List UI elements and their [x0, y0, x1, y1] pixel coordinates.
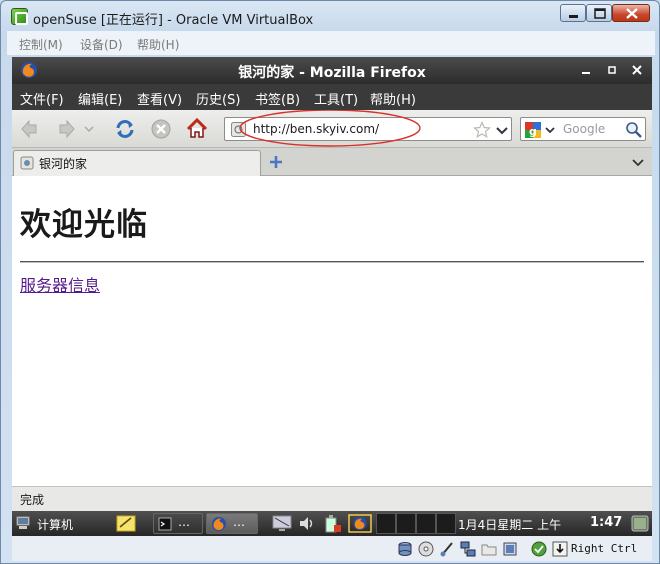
close-icon: [626, 8, 638, 19]
menu-edit[interactable]: 编辑(E): [78, 89, 122, 108]
back-button[interactable]: [18, 116, 44, 142]
firefox-panel-icon[interactable]: [348, 514, 372, 533]
svg-text:g: g: [529, 125, 537, 138]
shared-folder-icon[interactable]: [481, 541, 497, 557]
navigation-toolbar: http://ben.skyiv.com/ g Google: [12, 110, 652, 148]
notes-icon[interactable]: [116, 514, 136, 533]
menu-help[interactable]: 帮助(H): [137, 36, 179, 53]
virtualization-icon[interactable]: [531, 541, 547, 557]
firefox-statusbar: 完成: [12, 486, 652, 511]
ff-minimize-icon: [582, 72, 590, 74]
workspace-switcher[interactable]: [376, 513, 456, 534]
reload-icon: [116, 120, 134, 138]
history-dropdown-button[interactable]: [82, 116, 96, 142]
computer-icon[interactable]: [15, 515, 31, 531]
site-identity-icon: [231, 122, 246, 137]
minimize-icon: [569, 15, 578, 18]
home-icon: [186, 117, 208, 138]
menu-help-ff[interactable]: 帮助(H): [370, 89, 416, 108]
tab-active[interactable]: 银河的家: [13, 150, 261, 176]
virtualbox-window: openSuse [正在运行] - Oracle VM VirtualBox 控…: [0, 0, 660, 564]
clock-date[interactable]: 1月4日星期二 上午: [458, 516, 561, 533]
menu-devices[interactable]: 设备(D): [80, 36, 123, 53]
show-desktop-icon[interactable]: [631, 515, 649, 532]
terminal-icon: [158, 517, 172, 531]
virtualbox-menubar: 控制(M) 设备(D) 帮助(H): [7, 31, 655, 55]
ff-close-icon: [632, 65, 642, 75]
taskbar-terminal[interactable]: …: [153, 513, 203, 534]
chevron-down-icon: [84, 126, 94, 133]
usb-icon[interactable]: [439, 541, 455, 557]
tab-strip: 银河的家: [12, 148, 652, 176]
clock-time[interactable]: 1:47: [590, 515, 622, 530]
firefox-titlebar: 银河的家 - Mozilla Firefox: [12, 57, 652, 84]
menu-file[interactable]: 文件(F): [20, 89, 64, 108]
menu-view[interactable]: 查看(V): [137, 89, 182, 108]
host-key-label: Right Ctrl: [571, 542, 638, 555]
guest-screen: 银河的家 - Mozilla Firefox 文件(F) 编辑(E) 查看(V)…: [12, 57, 652, 561]
battery-icon[interactable]: [322, 514, 342, 533]
tab-list-chevron-down-icon[interactable]: [630, 154, 646, 170]
forward-button[interactable]: [52, 116, 78, 142]
stop-button[interactable]: [148, 116, 174, 142]
new-tab-plus-icon[interactable]: [268, 154, 284, 170]
bookmark-star-icon[interactable]: [473, 121, 491, 138]
ff-maximize-icon: [608, 66, 616, 74]
menu-history[interactable]: 历史(S): [196, 89, 240, 108]
menu-control[interactable]: 控制(M): [19, 36, 63, 53]
network-icon[interactable]: [460, 541, 476, 557]
minimize-button[interactable]: [560, 4, 586, 22]
gnome-taskbar: 计算机 … … 1月4日星期二 上午 1:47: [12, 511, 652, 536]
firefox-window-title: 银河的家 - Mozilla Firefox: [238, 65, 426, 81]
taskbar-firefox-label: …: [233, 515, 245, 529]
url-text[interactable]: http://ben.skyiv.com/: [253, 122, 379, 136]
url-dropdown-icon[interactable]: [495, 122, 509, 138]
search-icon[interactable]: [625, 121, 643, 139]
ff-maximize-button[interactable]: [604, 62, 620, 78]
harddisk-icon[interactable]: [397, 541, 413, 557]
reload-button[interactable]: [112, 116, 138, 142]
search-bar[interactable]: g Google: [520, 117, 646, 141]
host-key-icon[interactable]: [552, 541, 568, 557]
volume-icon[interactable]: [298, 515, 316, 532]
url-bar[interactable]: http://ben.skyiv.com/: [224, 117, 512, 141]
optical-drive-icon[interactable]: [418, 541, 434, 557]
taskbar-firefox-icon: [211, 516, 227, 532]
search-input[interactable]: Google: [563, 122, 605, 136]
close-button[interactable]: [612, 4, 650, 22]
page-heading: 欢迎光临: [20, 207, 148, 243]
page-content: 欢迎光临 服务器信息: [12, 176, 652, 486]
menu-bookmarks[interactable]: 书签(B): [255, 89, 300, 108]
server-info-link[interactable]: 服务器信息: [20, 272, 100, 296]
horizontal-rule: [20, 261, 644, 263]
maximize-button[interactable]: [586, 4, 612, 22]
google-engine-icon[interactable]: g: [524, 121, 560, 139]
firefox-menubar: 文件(F) 编辑(E) 查看(V) 历史(S) 书签(B) 工具(T) 帮助(H…: [12, 84, 652, 110]
virtualbox-window-title: openSuse [正在运行] - Oracle VM VirtualBox: [33, 13, 314, 28]
back-arrow-icon: [21, 119, 37, 139]
taskbar-firefox[interactable]: …: [206, 513, 258, 534]
computer-menu-label[interactable]: 计算机: [37, 516, 73, 533]
menu-tools[interactable]: 工具(T): [314, 89, 358, 108]
virtualbox-app-icon: [11, 8, 28, 25]
maximize-icon: [594, 8, 606, 19]
home-button[interactable]: [184, 116, 210, 142]
status-text: 完成: [20, 493, 45, 507]
monitor-icon[interactable]: [272, 514, 292, 533]
tab-favicon-icon: [20, 156, 34, 170]
ff-minimize-button[interactable]: [578, 62, 594, 78]
forward-arrow-icon: [59, 119, 75, 139]
video-capture-icon[interactable]: [502, 541, 518, 557]
tab-title: 银河的家: [39, 157, 88, 171]
virtualbox-statusbar: Right Ctrl: [12, 536, 652, 561]
taskbar-terminal-label: …: [178, 515, 190, 529]
ff-close-button[interactable]: [629, 62, 645, 78]
stop-icon: [151, 119, 171, 139]
